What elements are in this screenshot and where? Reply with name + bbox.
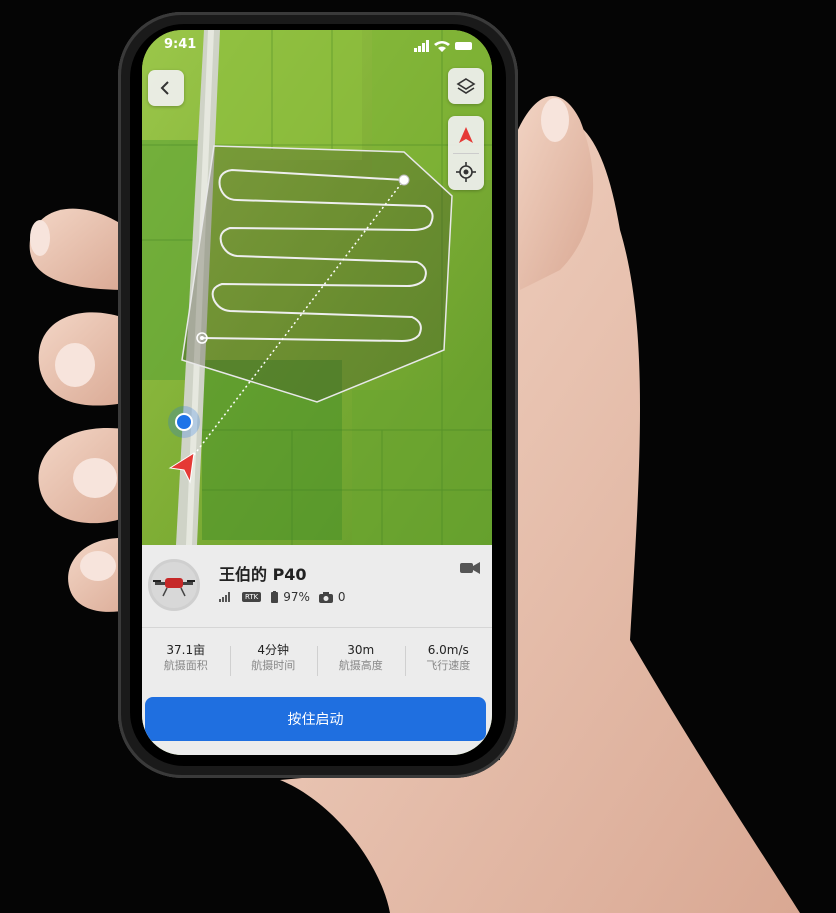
status-icons [414, 40, 472, 52]
drone-image [153, 578, 195, 597]
drone-info-panel: 王伯的 P40 RTK 97% 0 37.1亩 航摄面积 4分钟 航摄时间 30… [142, 545, 492, 755]
map-view[interactable] [142, 30, 492, 545]
metric-value: 4分钟 [257, 643, 290, 657]
signal-strength-icon [219, 592, 230, 602]
metric-value: 6.0m/s [427, 643, 469, 657]
photo-camera-icon [318, 591, 333, 603]
metric-label: 航摄面积 [163, 659, 208, 672]
layers-icon [456, 78, 476, 94]
metric-area: 37.1亩 航摄面积 [142, 642, 230, 682]
metric-value: 30m [347, 643, 375, 657]
hold-to-start-button[interactable]: 按住启动 [145, 697, 486, 741]
locate-button[interactable] [448, 153, 484, 190]
compass-button[interactable] [448, 116, 484, 153]
panel-divider [142, 627, 492, 628]
metric-label: 飞行速度 [426, 659, 471, 672]
metric-label: 航摄高度 [338, 659, 383, 672]
metric-altitude: 30m 航摄高度 [317, 642, 405, 682]
video-camera-icon[interactable] [460, 561, 480, 575]
rtk-badge: RTK [242, 592, 262, 602]
status-time: 9:41 [164, 37, 197, 52]
chevron-left-icon [160, 81, 169, 95]
metric-time: 4分钟 航摄时间 [229, 642, 318, 682]
flight-metrics: 37.1亩 航摄面积 4分钟 航摄时间 30m 航摄高度 6.0m/s 飞行速度 [142, 642, 492, 682]
north-arrow-icon [459, 126, 473, 143]
photo-count: 0 [337, 590, 346, 604]
phone-screen: 9:41 王伯的 P40 RTK 97% 0 37.1亩 航摄面积 4分钟 航摄… [142, 30, 492, 755]
drone-stats: RTK 97% 0 [219, 589, 346, 605]
battery-level: 97% [283, 590, 310, 604]
map-control-group [448, 116, 484, 190]
metric-value: 37.1亩 [166, 643, 206, 657]
signal-icon [414, 40, 429, 52]
crosshair-icon [456, 161, 476, 182]
battery-icon [271, 591, 279, 603]
metric-label: 航摄时间 [251, 659, 296, 672]
metric-speed: 6.0m/s 飞行速度 [404, 642, 493, 682]
wifi-icon [434, 41, 450, 52]
drone-avatar[interactable] [148, 559, 200, 611]
back-button[interactable] [148, 70, 184, 106]
drone-name: 王伯的 P40 [219, 565, 307, 584]
battery-icon [455, 42, 472, 50]
status-bar: 9:41 [142, 30, 492, 60]
layers-button[interactable] [448, 68, 484, 104]
